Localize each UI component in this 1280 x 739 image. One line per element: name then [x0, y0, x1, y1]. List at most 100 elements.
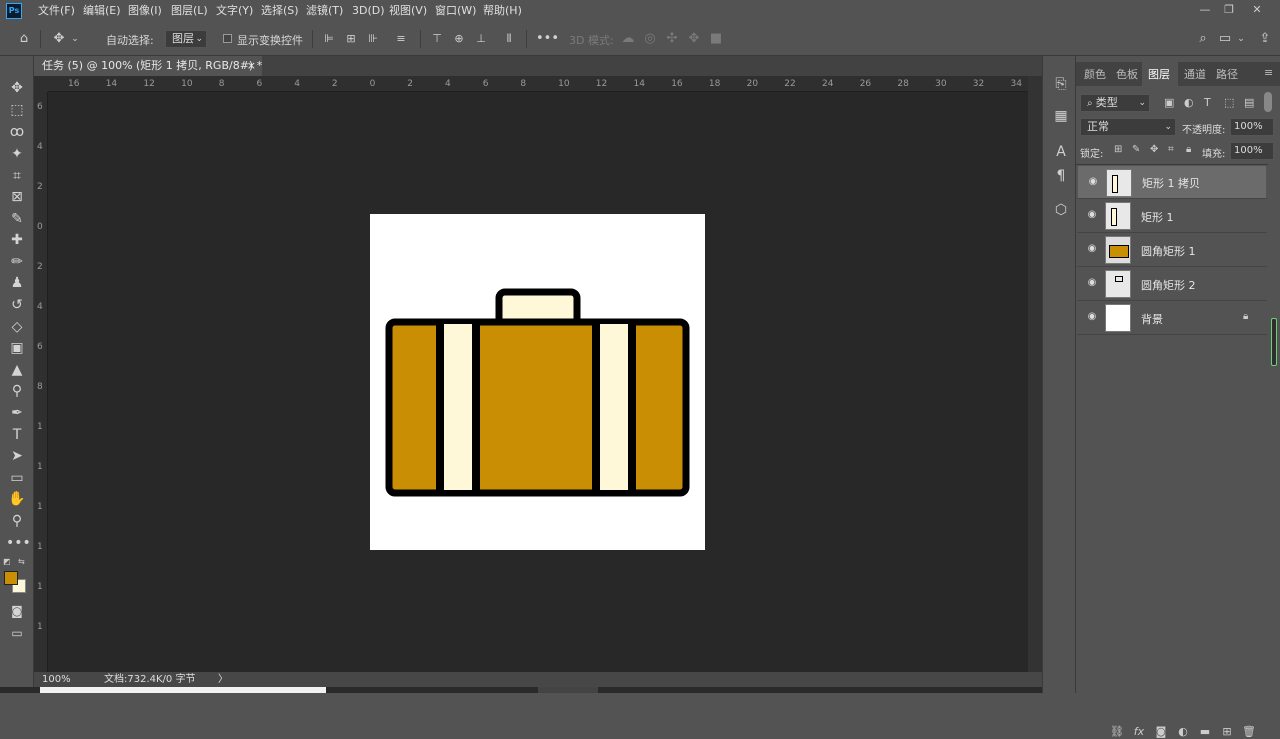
- filter-shape-icon[interactable]: ⬚: [1224, 96, 1234, 109]
- gradient-icon[interactable]: ▣: [6, 338, 28, 358]
- tab-paths[interactable]: 路径: [1216, 66, 1238, 82]
- 3d-panel-icon[interactable]: ⬡: [1051, 200, 1071, 220]
- move-tool-preset-icon[interactable]: ✥: [48, 30, 70, 48]
- tab-layers[interactable]: 图层: [1148, 66, 1170, 82]
- healing-icon[interactable]: ✚: [6, 230, 28, 250]
- filter-pixel-icon[interactable]: ▣: [1164, 96, 1174, 109]
- share-icon[interactable]: ⇪: [1256, 30, 1274, 48]
- add-mask-icon[interactable]: ◙: [1154, 725, 1168, 739]
- chevron-down-icon[interactable]: ⌄: [70, 30, 80, 48]
- distribute-icon[interactable]: ≡: [394, 30, 408, 48]
- marquee-icon[interactable]: ⬚: [6, 100, 28, 120]
- align-left-icon[interactable]: ⊫: [322, 30, 336, 48]
- new-group-icon[interactable]: ▬: [1198, 725, 1212, 739]
- adjustment-layer-icon[interactable]: ◐: [1176, 725, 1190, 739]
- delete-layer-icon[interactable]: 🗑︎: [1242, 725, 1256, 739]
- status-arrow-icon[interactable]: 〉: [218, 672, 228, 687]
- visibility-eye-icon[interactable]: ◉: [1085, 276, 1099, 290]
- fill-input[interactable]: 100%: [1230, 142, 1274, 160]
- menu-3d[interactable]: 3D(D): [352, 0, 385, 22]
- visibility-eye-icon[interactable]: ◉: [1086, 175, 1100, 189]
- visibility-eye-icon[interactable]: ◉: [1085, 208, 1099, 222]
- auto-select-dropdown[interactable]: 图层 ⌄: [165, 30, 207, 48]
- default-colors-icon[interactable]: ◩: [3, 557, 13, 567]
- canvas-scrollbar[interactable]: [1028, 76, 1042, 672]
- menu-layer[interactable]: 图层(L): [171, 0, 208, 22]
- blend-mode-dropdown[interactable]: 正常 ⌄: [1080, 118, 1176, 136]
- layer-row[interactable]: ◉ 矩形 1: [1077, 199, 1267, 233]
- blur-icon[interactable]: ▲: [6, 360, 28, 380]
- align-hcenter-icon[interactable]: ⊞: [344, 30, 358, 48]
- visibility-eye-icon[interactable]: ◉: [1085, 242, 1099, 256]
- path-select-icon[interactable]: ➤: [6, 446, 28, 466]
- 3d-camera-icon[interactable]: ■: [708, 30, 724, 48]
- quick-mask-icon[interactable]: ◙: [6, 601, 28, 621]
- search-icon[interactable]: ⌕: [1194, 30, 1212, 48]
- zoom-level[interactable]: 100%: [42, 672, 71, 687]
- align-right-icon[interactable]: ⊪: [366, 30, 380, 48]
- properties-panel-icon[interactable]: ▦: [1051, 106, 1071, 126]
- filter-smart-icon[interactable]: ▤: [1244, 96, 1254, 109]
- menu-file[interactable]: 文件(F): [38, 0, 75, 22]
- menu-image[interactable]: 图像(I): [128, 0, 162, 22]
- more-options-icon[interactable]: •••: [536, 30, 559, 48]
- lock-position-icon[interactable]: ✥: [1150, 144, 1158, 155]
- more-icon[interactable]: •••: [6, 533, 31, 553]
- show-transform-checkbox[interactable]: [223, 34, 232, 43]
- home-icon[interactable]: ⌂: [14, 30, 34, 48]
- panel-scrollbar[interactable]: [1271, 318, 1277, 366]
- align-vcenter-icon[interactable]: ⊕: [452, 30, 466, 48]
- minimize-icon[interactable]: —: [1196, 2, 1214, 18]
- eyedropper-icon[interactable]: ✎: [6, 209, 28, 229]
- panel-menu-icon[interactable]: ≡: [1264, 66, 1273, 79]
- 3d-orbit-icon[interactable]: ☁: [620, 30, 636, 48]
- link-layers-icon[interactable]: ⛓: [1110, 725, 1124, 739]
- rectangle-icon[interactable]: ▭: [6, 468, 28, 488]
- fx-icon[interactable]: fx: [1132, 725, 1146, 739]
- menu-filter[interactable]: 滤镜(T): [306, 0, 343, 22]
- workspace-icon[interactable]: ▭: [1216, 30, 1234, 48]
- 3d-pan-icon[interactable]: ✣: [664, 30, 680, 48]
- history-brush-icon[interactable]: ↺: [6, 295, 28, 315]
- layer-row[interactable]: ◉ 圆角矩形 2: [1077, 267, 1267, 301]
- visibility-eye-icon[interactable]: ◉: [1085, 310, 1099, 324]
- swap-colors-icon[interactable]: ⇆: [18, 557, 28, 567]
- character-panel-icon[interactable]: A: [1051, 142, 1071, 162]
- 3d-slide-icon[interactable]: ✥: [686, 30, 702, 48]
- frame-icon[interactable]: ⊠: [6, 187, 28, 207]
- crop-icon[interactable]: ⌗: [6, 166, 28, 186]
- tab-swatches[interactable]: 色板: [1116, 66, 1138, 82]
- align-bottom-icon[interactable]: ⊥: [474, 30, 488, 48]
- tab-color[interactable]: 颜色: [1084, 66, 1106, 82]
- chevron-down-icon[interactable]: ⌄: [1236, 30, 1246, 48]
- stamp-icon[interactable]: ♟: [6, 273, 28, 293]
- menu-select[interactable]: 选择(S): [261, 0, 299, 22]
- history-panel-icon[interactable]: ⎘: [1051, 74, 1071, 94]
- lock-artboard-icon[interactable]: ⌗: [1168, 144, 1174, 155]
- menu-edit[interactable]: 编辑(E): [83, 0, 121, 22]
- menu-window[interactable]: 窗口(W): [435, 0, 476, 22]
- close-window-icon[interactable]: ✕: [1248, 2, 1266, 18]
- layer-filter-dropdown[interactable]: ⌕ 类型 ⌄: [1080, 94, 1150, 112]
- restore-icon[interactable]: ❐: [1220, 2, 1238, 18]
- lasso-icon[interactable]: ꝏ: [6, 122, 28, 142]
- paragraph-panel-icon[interactable]: ¶: [1051, 166, 1071, 186]
- menu-view[interactable]: 视图(V): [389, 0, 427, 22]
- close-tab-icon[interactable]: ×: [247, 56, 256, 76]
- brush-icon[interactable]: ✏: [6, 252, 28, 272]
- move-icon[interactable]: ✥: [6, 78, 28, 98]
- layer-row[interactable]: ◉ 矩形 1 拷贝: [1077, 165, 1267, 199]
- filter-toggle[interactable]: [1264, 92, 1272, 112]
- menu-help[interactable]: 帮助(H): [483, 0, 522, 22]
- tab-channels[interactable]: 通道: [1184, 66, 1206, 82]
- new-layer-icon[interactable]: ⊞: [1220, 725, 1234, 739]
- filter-adjustment-icon[interactable]: ◐: [1184, 96, 1194, 109]
- screen-mode-icon[interactable]: ▭: [6, 623, 28, 643]
- magic-wand-icon[interactable]: ✦: [6, 144, 28, 164]
- dodge-icon[interactable]: ⚲: [6, 381, 28, 401]
- hand-icon[interactable]: ✋: [6, 489, 28, 509]
- eraser-icon[interactable]: ◇: [6, 317, 28, 337]
- distribute-vertical-icon[interactable]: ⫴: [502, 30, 516, 48]
- opacity-input[interactable]: 100%: [1230, 118, 1274, 136]
- lock-all-icon[interactable]: 🔒︎: [1186, 144, 1191, 155]
